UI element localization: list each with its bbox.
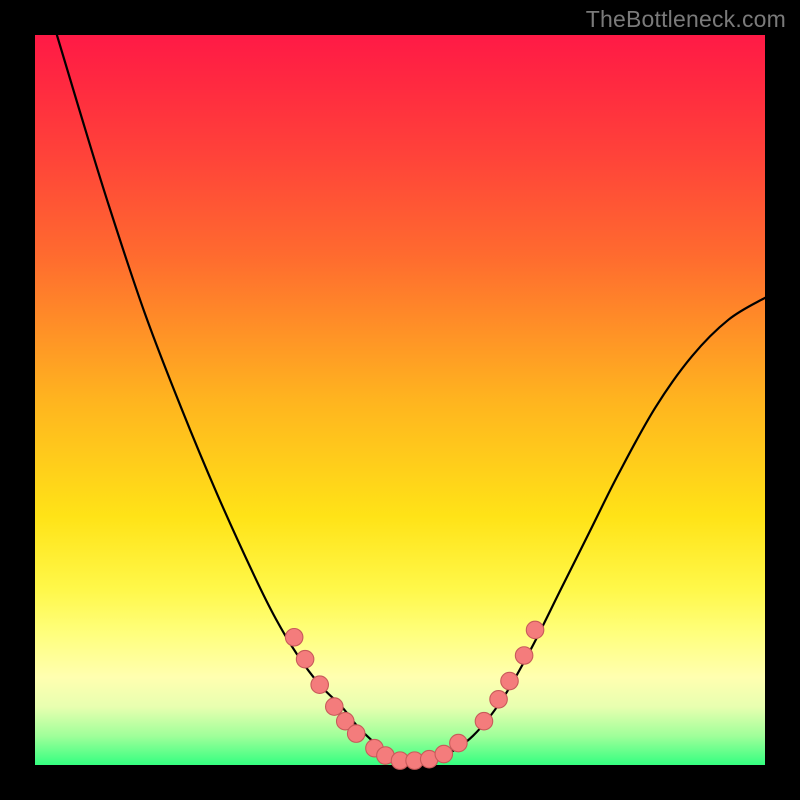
curve-marker [285, 628, 303, 646]
chart-frame: TheBottleneck.com [0, 0, 800, 800]
curve-marker [326, 698, 344, 716]
curve-markers [285, 621, 543, 769]
plot-area [35, 35, 765, 765]
curve-marker [450, 734, 468, 752]
curve-marker [490, 691, 508, 709]
curve-marker [296, 650, 314, 668]
curve-marker [311, 676, 329, 694]
curve-marker [435, 745, 453, 763]
curve-marker [526, 621, 544, 639]
curve-marker [515, 647, 533, 665]
curve-svg [35, 35, 765, 765]
curve-marker [501, 672, 519, 690]
bottleneck-curve [57, 35, 765, 762]
watermark-text: TheBottleneck.com [586, 6, 786, 33]
curve-marker [475, 712, 493, 730]
curve-marker [347, 725, 365, 743]
